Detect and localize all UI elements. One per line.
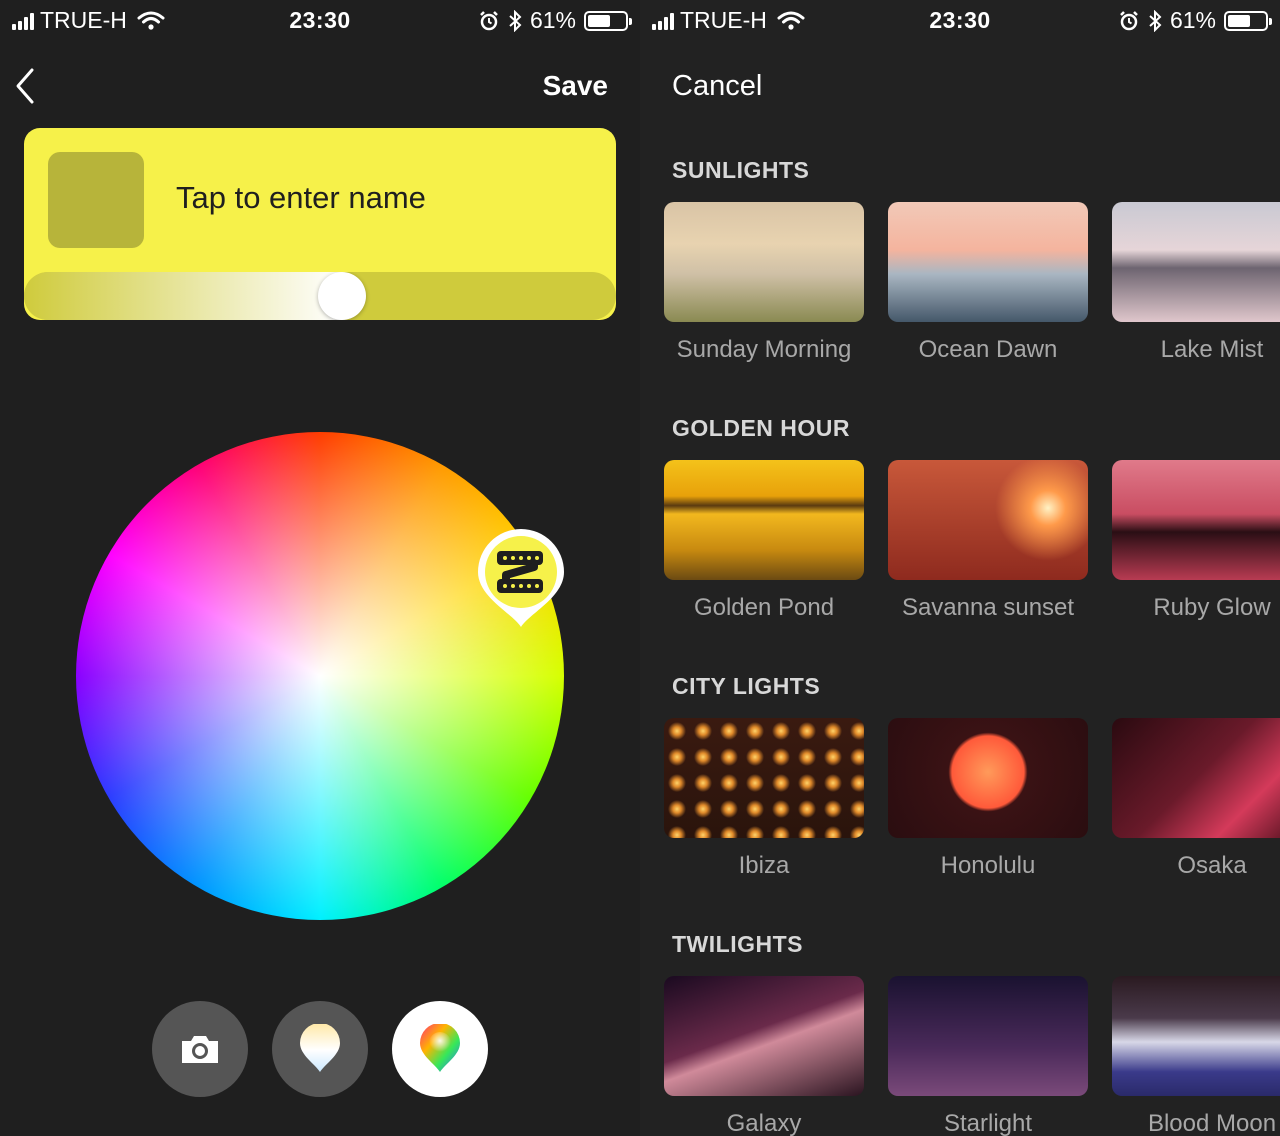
- scene-card[interactable]: Ruby Glow: [1112, 460, 1280, 622]
- alarm-icon: [480, 10, 498, 30]
- brightness-slider-thumb[interactable]: [317, 272, 366, 320]
- brightness-fill: [24, 272, 342, 320]
- alarm-icon: [1120, 10, 1138, 30]
- scene-thumbnail[interactable]: [664, 202, 864, 322]
- section-title: SUNLIGHTS: [672, 157, 810, 183]
- back-chevron-icon[interactable]: [10, 66, 44, 106]
- scene-thumbnail[interactable]: [664, 976, 864, 1096]
- scene-card[interactable]: Starlight: [888, 976, 1088, 1136]
- color-editor-screen: TRUE-H 23:30 61% Save Tap to enter name: [0, 0, 640, 1136]
- bluetooth-icon: [1149, 9, 1162, 32]
- scene-label: Ruby Glow: [1153, 594, 1271, 621]
- scene-label: Lake Mist: [1160, 336, 1264, 363]
- scene-label: Honolulu: [940, 852, 1036, 879]
- white-light-mode-button[interactable]: [272, 1001, 368, 1097]
- scene-thumbnail[interactable]: [888, 718, 1088, 838]
- scene-thumbnail[interactable]: [1112, 718, 1280, 838]
- scene-card[interactable]: Ibiza: [664, 718, 864, 880]
- scene-card[interactable]: Savanna sunset: [888, 460, 1088, 622]
- scene-label: Savanna sunset: [901, 594, 1075, 621]
- scene-thumbnail[interactable]: [664, 718, 864, 838]
- scene-label: Osaka: [1177, 852, 1247, 879]
- scene-card[interactable]: Golden Pond: [664, 460, 864, 622]
- scene-name-card[interactable]: Tap to enter name: [24, 128, 616, 320]
- section-title: CITY LIGHTS: [672, 673, 821, 699]
- scene-card[interactable]: Ocean Dawn: [888, 202, 1088, 364]
- cancel-button[interactable]: Cancel: [672, 70, 762, 103]
- scene-thumbnail[interactable]: [664, 460, 864, 580]
- scene-gallery[interactable]: SUNLIGHTS Sunday Morning Ocean Dawn Lake Mi…: [640, 128, 1280, 1136]
- battery-icon: [1224, 10, 1272, 31]
- scene-card[interactable]: Sunday Morning: [664, 202, 864, 364]
- scene-card[interactable]: Lake Mist: [1112, 202, 1280, 364]
- scene-label: Ocean Dawn: [918, 336, 1058, 363]
- brightness-slider[interactable]: [24, 272, 616, 320]
- editor-navbar: Save: [0, 42, 640, 128]
- save-button[interactable]: Save: [543, 70, 608, 102]
- scene-card[interactable]: Blood Moon: [1112, 976, 1280, 1136]
- scene-label: Galaxy: [726, 1110, 802, 1136]
- gallery-navbar: Cancel: [640, 42, 1280, 128]
- scene-label: Ibiza: [738, 852, 790, 879]
- section-title: GOLDEN HOUR: [672, 415, 850, 441]
- scene-label: Starlight: [943, 1110, 1033, 1136]
- battery-fill: [588, 14, 610, 27]
- scene-label: Sunday Morning: [676, 336, 852, 363]
- scene-card[interactable]: Galaxy: [664, 976, 864, 1136]
- scene-label: Golden Pond: [693, 594, 835, 621]
- scene-thumbnail[interactable]: [1112, 202, 1280, 322]
- scene-card[interactable]: Osaka: [1112, 718, 1280, 880]
- scene-name-input[interactable]: Tap to enter name: [176, 180, 426, 216]
- battery-percent: 61%: [1169, 7, 1216, 33]
- color-mode-button[interactable]: [392, 1001, 488, 1097]
- battery-icon: [584, 10, 632, 31]
- camera-icon: [182, 1036, 218, 1063]
- color-wheel[interactable]: [76, 432, 564, 920]
- color-pin-icon: [420, 1024, 460, 1072]
- color-swatch: [48, 152, 144, 248]
- bluetooth-icon: [509, 9, 522, 32]
- white-light-pin-icon: [300, 1024, 340, 1072]
- section-title: TWILIGHTS: [672, 931, 803, 957]
- scene-thumbnail[interactable]: [888, 202, 1088, 322]
- scene-thumbnail[interactable]: [1112, 460, 1280, 580]
- scene-thumbnail[interactable]: [1112, 976, 1280, 1096]
- battery-percent: 61%: [529, 7, 576, 33]
- status-bar: TRUE-H 23:30 61%: [640, 0, 1280, 42]
- light-pin[interactable]: [476, 527, 566, 631]
- scene-thumbnail[interactable]: [888, 460, 1088, 580]
- scene-label: Blood Moon: [1147, 1110, 1277, 1136]
- scene-gallery-screen: TRUE-H 23:30 61% Cancel SUNLIGHTS Sunday …: [640, 0, 1280, 1136]
- status-bar: TRUE-H 23:30 61%: [0, 0, 640, 42]
- scene-card[interactable]: Honolulu: [888, 718, 1088, 880]
- battery-fill: [1228, 14, 1250, 27]
- scene-thumbnail[interactable]: [888, 976, 1088, 1096]
- camera-mode-button[interactable]: [152, 1001, 248, 1097]
